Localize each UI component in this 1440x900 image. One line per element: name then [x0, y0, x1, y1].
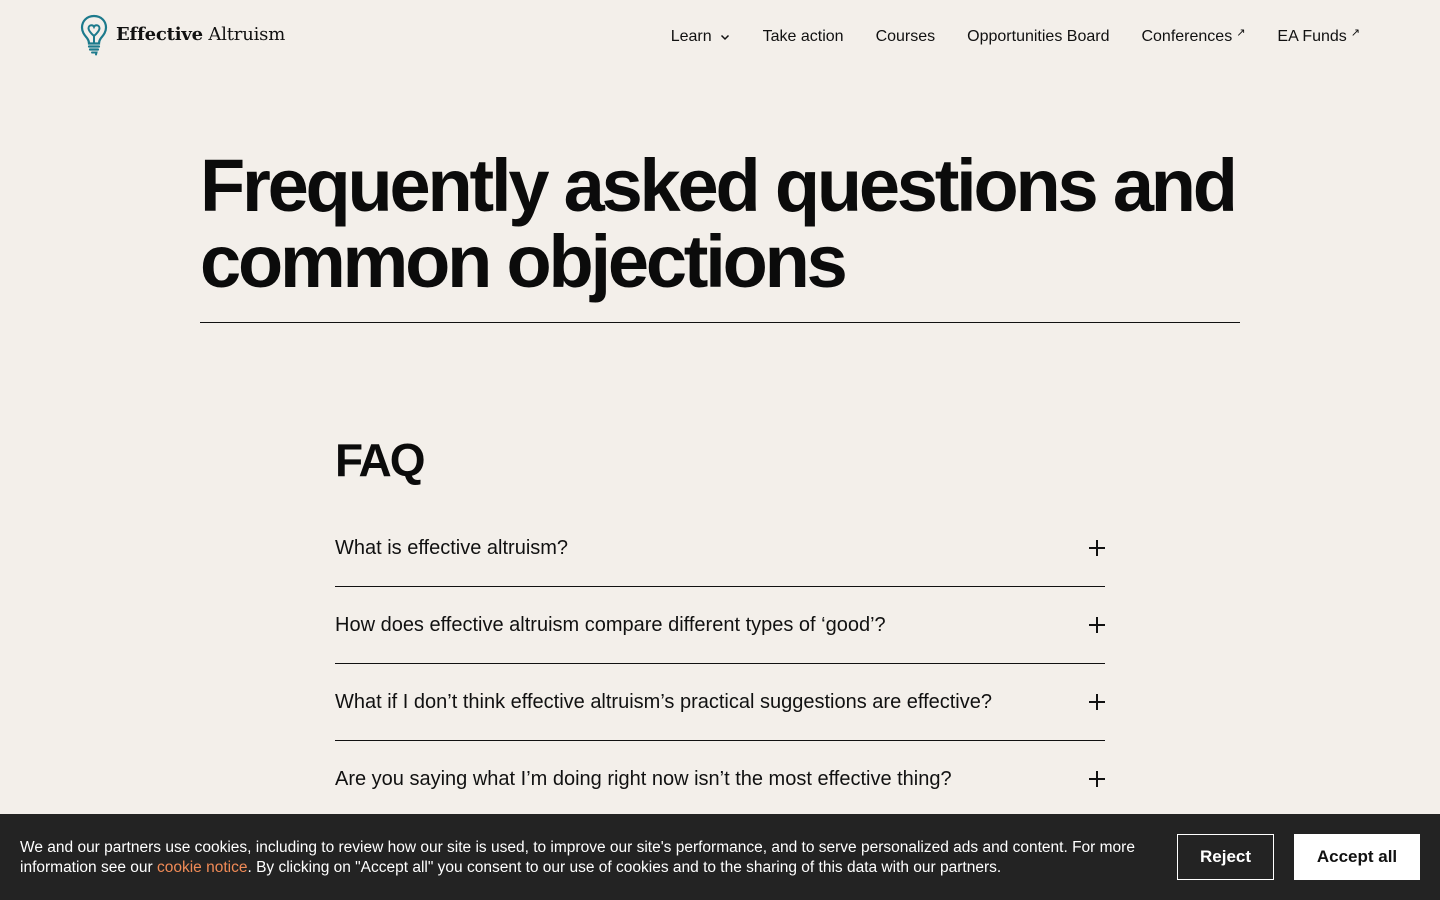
- external-link-icon: ↗: [1236, 27, 1246, 39]
- faq-question: What if I don’t think effective altruism…: [335, 690, 992, 713]
- plus-icon[interactable]: [1089, 540, 1105, 556]
- nav-item-label: Learn: [670, 28, 712, 45]
- external-link-icon: ↗: [1350, 27, 1360, 39]
- nav-item-ea-funds[interactable]: EA Funds ↗: [1277, 26, 1360, 48]
- nav-item-take-action[interactable]: Take action: [763, 26, 844, 48]
- nav-item-label: Take action: [762, 28, 844, 45]
- cookie-message: We and our partners use cookies, includi…: [20, 838, 1160, 877]
- nav-item-label: Opportunities Board: [967, 28, 1110, 45]
- faq-heading: FAQ: [335, 434, 426, 486]
- nav-item-label: Conferences: [1141, 28, 1233, 45]
- logo-wordmark: Effective Altruism: [116, 24, 286, 45]
- faq-question: How does effective altruism compare diff…: [335, 613, 886, 636]
- nav-item-courses[interactable]: Courses: [876, 26, 936, 48]
- lightbulb-heart-icon: [80, 14, 108, 56]
- nav-item-label: EA Funds: [1277, 28, 1347, 45]
- nav-item-learn[interactable]: Learn: [671, 26, 731, 48]
- site-logo[interactable]: Effective Altruism: [80, 14, 285, 56]
- faq-item[interactable]: What is effective altruism?: [335, 510, 1105, 587]
- page-title: Frequently asked questions and common ob…: [200, 144, 1238, 303]
- plus-icon[interactable]: [1089, 694, 1105, 710]
- chevron-down-icon: [719, 31, 731, 43]
- faq-item[interactable]: Are you saying what I’m doing right now …: [335, 741, 1105, 818]
- plus-icon[interactable]: [1089, 771, 1105, 787]
- faq-list: What is effective altruism? How does eff…: [335, 510, 1105, 818]
- faq-item[interactable]: How does effective altruism compare diff…: [335, 587, 1105, 664]
- nav-item-conferences[interactable]: Conferences ↗: [1141, 26, 1245, 48]
- site-header: Effective Altruism Learn Take action Cou…: [0, 0, 1440, 76]
- faq-item[interactable]: What if I don’t think effective altruism…: [335, 664, 1105, 741]
- faq-question: Are you saying what I’m doing right now …: [335, 767, 952, 790]
- nav-item-label: Courses: [875, 28, 936, 45]
- cookie-text-end: . By clicking on "Accept all" you consen…: [247, 858, 1002, 876]
- faq-question: What is effective altruism?: [335, 536, 569, 559]
- reject-cookies-button[interactable]: Reject: [1177, 834, 1274, 880]
- title-divider: [200, 322, 1240, 323]
- cookie-banner: We and our partners use cookies, includi…: [0, 814, 1440, 900]
- cookie-notice-link[interactable]: cookie notice: [157, 859, 247, 876]
- plus-icon[interactable]: [1089, 617, 1105, 633]
- nav-item-opportunities-board[interactable]: Opportunities Board: [967, 26, 1109, 48]
- accept-all-cookies-button[interactable]: Accept all: [1294, 834, 1420, 880]
- main-nav: Learn Take action Courses Opportunities …: [671, 26, 1360, 48]
